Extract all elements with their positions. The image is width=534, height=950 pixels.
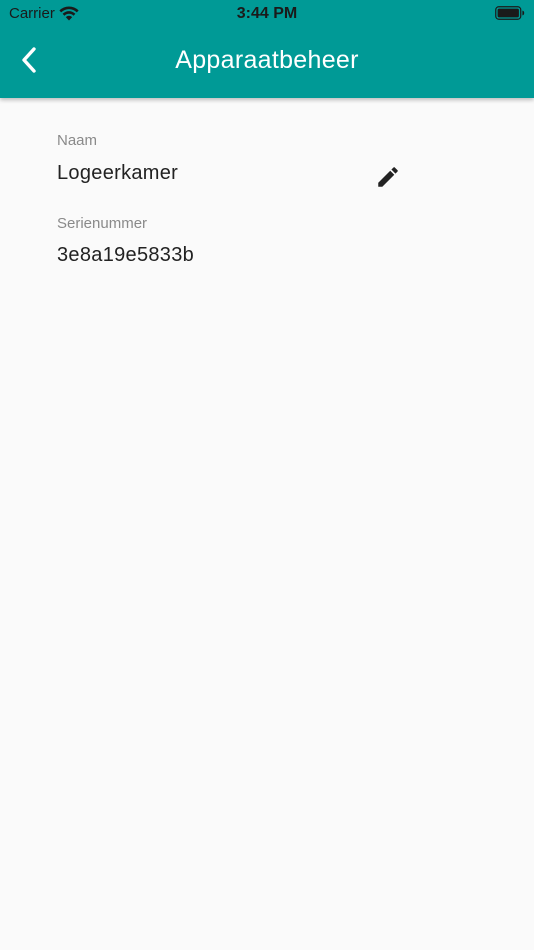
pencil-icon [375, 164, 401, 195]
page-title: Apparaatbeheer [175, 46, 359, 74]
app-bar: Carrier 3:44 PM Apparaatbeheer [0, 0, 534, 98]
edit-name-button[interactable] [373, 164, 403, 194]
serial-label: Serienummer [57, 215, 148, 232]
name-value: Logeerkamer [57, 162, 179, 184]
name-label: Naam [57, 132, 98, 149]
status-bar: Carrier 3:44 PM [0, 0, 534, 28]
device-management-screen: Carrier 3:44 PM Apparaatbeheer Naam Loge… [0, 0, 534, 950]
status-time: 3:44 PM [236, 5, 298, 22]
battery-full-icon [495, 6, 525, 20]
serial-value: 3e8a19e5833b [57, 244, 195, 266]
